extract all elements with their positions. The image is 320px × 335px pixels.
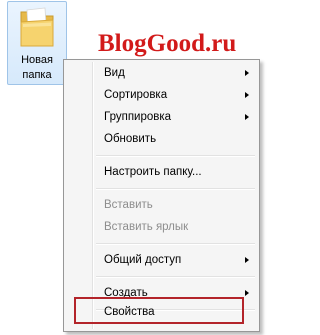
folder-label-line2: папка	[22, 69, 52, 81]
site-watermark: BlogGood.ru	[98, 30, 237, 57]
annotation-highlight-box	[74, 297, 244, 324]
menu-item-label: Обновить	[104, 133, 157, 145]
menu-item-label: Группировка	[104, 111, 172, 123]
folder-label-line1: Новая	[21, 54, 53, 66]
menu-item-view[interactable]: Вид	[66, 62, 257, 84]
submenu-arrow-icon	[245, 257, 249, 263]
submenu-arrow-icon	[245, 70, 249, 76]
menu-item-share[interactable]: Общий доступ	[66, 249, 257, 271]
menu-item-label: Вставить ярлык	[104, 221, 189, 233]
menu-separator	[96, 276, 255, 278]
menu-item-group[interactable]: Группировка	[66, 106, 257, 128]
menu-item-label: Вид	[104, 67, 125, 79]
context-menu: Вид Сортировка Группировка Обновить Наст…	[63, 59, 260, 332]
menu-item-label: Вставить	[104, 199, 153, 211]
menu-item-label: Настроить папку...	[104, 166, 202, 178]
menu-item-customize-folder[interactable]: Настроить папку...	[66, 161, 257, 183]
submenu-arrow-icon	[245, 114, 249, 120]
submenu-arrow-icon	[245, 290, 249, 296]
menu-separator	[96, 155, 255, 157]
submenu-arrow-icon	[245, 92, 249, 98]
menu-item-sort[interactable]: Сортировка	[66, 84, 257, 106]
menu-separator	[96, 188, 255, 190]
new-folder-item[interactable]: Новая папка	[7, 1, 67, 85]
folder-icon	[20, 7, 54, 47]
menu-item-paste: Вставить	[66, 194, 257, 216]
menu-item-label: Общий доступ	[104, 254, 182, 266]
menu-item-label: Сортировка	[104, 89, 168, 101]
menu-separator	[96, 243, 255, 245]
menu-item-refresh[interactable]: Обновить	[66, 128, 257, 150]
menu-item-paste-shortcut: Вставить ярлык	[66, 216, 257, 238]
